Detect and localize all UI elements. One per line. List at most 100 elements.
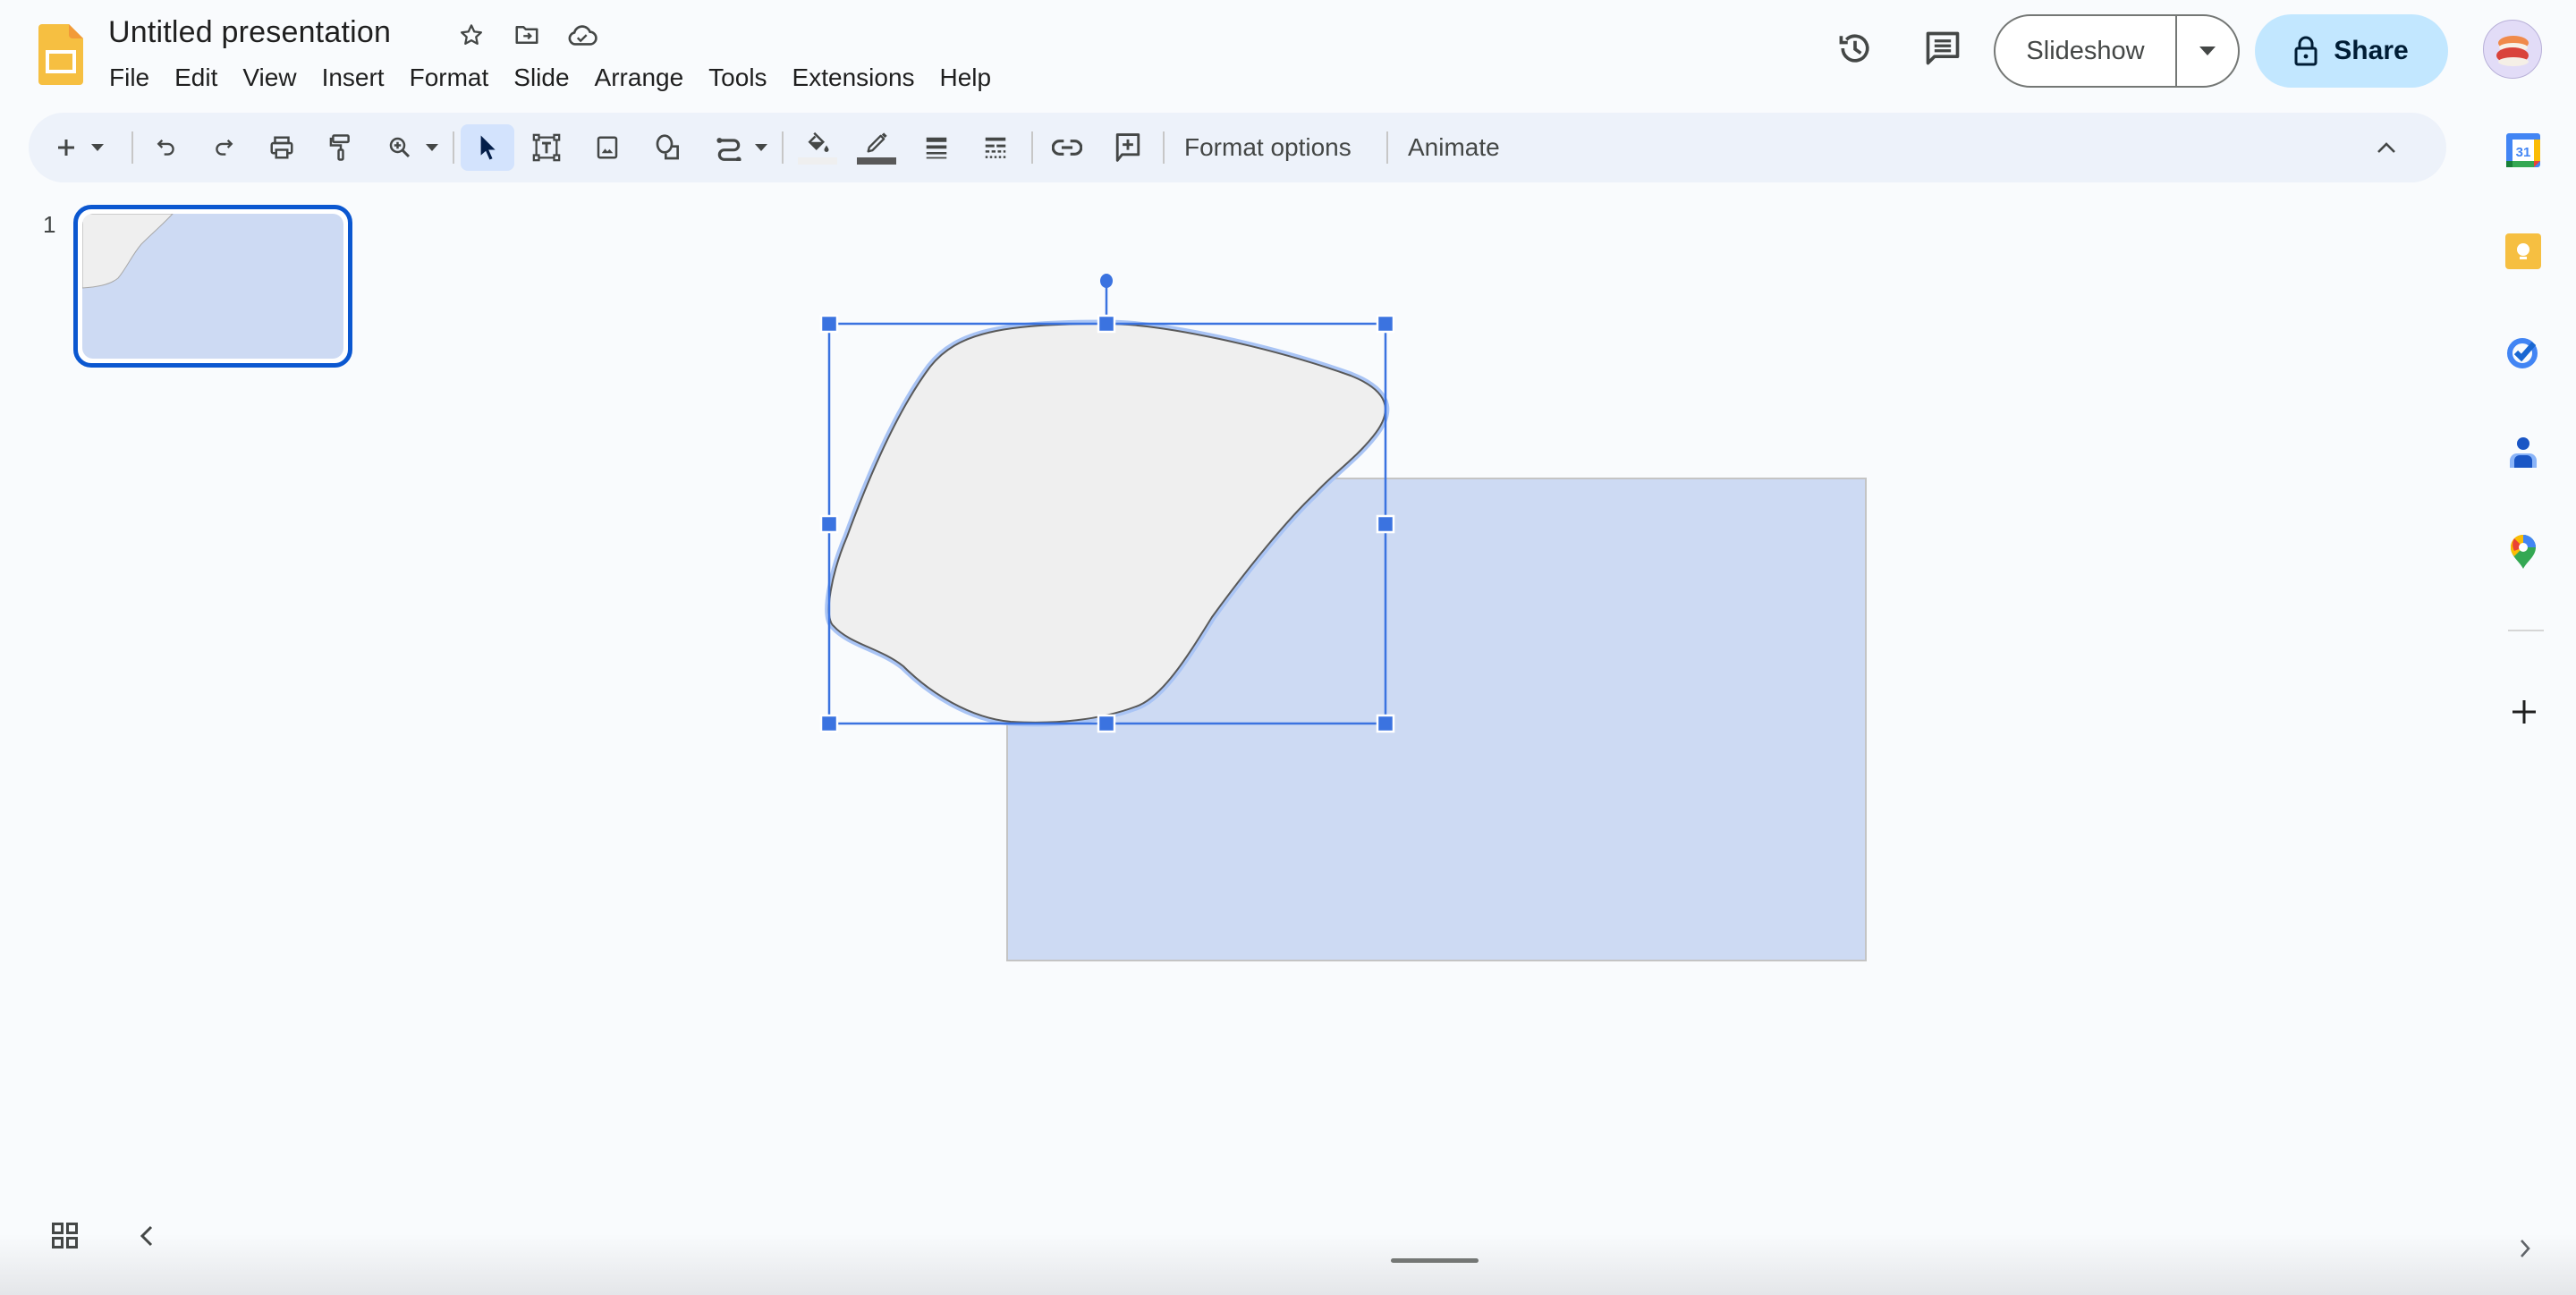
chevron-up-icon xyxy=(2376,140,2397,155)
bottom-bar xyxy=(0,1234,2576,1295)
resize-handle-right[interactable] xyxy=(1376,514,1395,534)
tasks-app-button[interactable] xyxy=(2503,331,2544,372)
animate-button[interactable]: Animate xyxy=(1395,124,1513,171)
collapse-filmstrip-button[interactable] xyxy=(140,1220,161,1252)
menu-format[interactable]: Format xyxy=(397,59,502,97)
menu-file[interactable]: File xyxy=(97,59,162,97)
caret-down-icon xyxy=(2199,47,2216,55)
slides-logo[interactable] xyxy=(38,24,83,85)
resize-handle-top-right[interactable] xyxy=(1376,314,1395,334)
toolbar: Format options Animate xyxy=(29,113,2446,182)
calendar-app-button[interactable]: 31 xyxy=(2503,130,2544,171)
line-icon xyxy=(715,134,743,161)
maps-icon xyxy=(2511,535,2536,569)
resize-handle-top[interactable] xyxy=(1097,314,1116,334)
grid-view-button[interactable] xyxy=(48,1220,80,1252)
account-avatar[interactable] xyxy=(2483,20,2542,79)
comments-button[interactable] xyxy=(1918,23,1968,73)
chevron-right-icon xyxy=(2519,1238,2533,1259)
shape-button[interactable] xyxy=(646,124,691,171)
menu-view[interactable]: View xyxy=(230,59,309,97)
redo-icon xyxy=(211,135,236,160)
add-comment-icon xyxy=(1114,132,1142,163)
svg-text:31: 31 xyxy=(2516,145,2531,160)
speaker-notes-resize-handle[interactable] xyxy=(1391,1258,1479,1263)
show-side-panel-button[interactable] xyxy=(2519,1238,2533,1263)
new-slide-button[interactable] xyxy=(48,124,84,171)
zoom-button[interactable] xyxy=(377,124,422,171)
toolbar-separator xyxy=(453,131,454,164)
version-history-button[interactable] xyxy=(1830,23,1880,73)
menu-help[interactable]: Help xyxy=(928,59,1004,97)
plus-icon xyxy=(2512,699,2537,724)
star-button[interactable] xyxy=(454,18,488,52)
redo-button[interactable] xyxy=(202,124,245,171)
document-status-button[interactable] xyxy=(565,18,599,52)
maps-app-button[interactable] xyxy=(2503,531,2544,572)
move-to-folder-icon xyxy=(513,21,540,48)
version-history-icon xyxy=(1835,29,1875,68)
document-title[interactable]: Untitled presentation xyxy=(108,13,391,52)
select-tool-button[interactable] xyxy=(461,124,514,171)
toolbar-separator xyxy=(1386,131,1388,164)
share-button[interactable]: Share xyxy=(2255,14,2448,88)
slideshow-options-dropdown[interactable] xyxy=(2177,16,2238,86)
get-addons-button[interactable] xyxy=(2504,692,2544,732)
resize-handle-bottom-left[interactable] xyxy=(819,714,839,733)
undo-button[interactable] xyxy=(145,124,188,171)
menu-extensions[interactable]: Extensions xyxy=(780,59,928,97)
resize-handle-bottom-right[interactable] xyxy=(1376,714,1395,733)
collapse-toolbar-button[interactable] xyxy=(2365,124,2408,171)
rotate-handle[interactable] xyxy=(1100,274,1113,288)
toolbar-separator xyxy=(782,131,784,164)
text-box-button[interactable] xyxy=(524,124,569,171)
menu-edit[interactable]: Edit xyxy=(162,59,230,97)
slideshow-button-group: Slideshow xyxy=(1994,14,2240,88)
keep-app-button[interactable] xyxy=(2503,231,2544,272)
text-box-icon xyxy=(531,132,562,163)
star-icon xyxy=(458,21,485,48)
border-dash-button[interactable] xyxy=(973,124,1018,171)
resize-handle-bottom[interactable] xyxy=(1097,714,1116,733)
tasks-icon xyxy=(2505,334,2541,369)
line-dropdown[interactable] xyxy=(751,124,771,171)
menu-arrange[interactable]: Arrange xyxy=(582,59,697,97)
side-panel-divider xyxy=(2508,630,2544,631)
resize-handle-left[interactable] xyxy=(819,514,839,534)
menu-insert[interactable]: Insert xyxy=(309,59,397,97)
resize-handle-top-left[interactable] xyxy=(819,314,839,334)
zoom-dropdown[interactable] xyxy=(422,124,442,171)
keep-icon xyxy=(2505,233,2541,269)
grid-view-icon xyxy=(48,1223,80,1249)
border-weight-button[interactable] xyxy=(914,124,959,171)
paint-format-button[interactable] xyxy=(318,124,363,171)
fill-color-button[interactable] xyxy=(794,124,841,171)
line-weight-icon xyxy=(923,135,950,160)
paint-bucket-icon xyxy=(804,131,831,155)
caret-down-icon xyxy=(91,144,104,151)
print-icon xyxy=(268,134,295,161)
fill-color-indicator xyxy=(798,157,837,165)
add-comment-button[interactable] xyxy=(1106,124,1150,171)
freeform-shape[interactable] xyxy=(825,319,1390,727)
menu-slide[interactable]: Slide xyxy=(501,59,581,97)
slide-thumbnail[interactable] xyxy=(73,205,352,368)
slide-thumbnail-preview xyxy=(82,214,343,359)
undo-icon xyxy=(154,135,179,160)
insert-image-button[interactable] xyxy=(585,124,630,171)
comments-icon xyxy=(1923,29,1962,68)
line-button[interactable] xyxy=(707,124,751,171)
border-color-button[interactable] xyxy=(853,124,900,171)
menu-tools[interactable]: Tools xyxy=(696,59,779,97)
border-color-indicator xyxy=(857,157,896,165)
new-slide-layout-dropdown[interactable] xyxy=(88,124,107,171)
contacts-app-button[interactable] xyxy=(2503,431,2544,472)
toolbar-separator xyxy=(1031,131,1033,164)
format-options-button[interactable]: Format options xyxy=(1172,124,1364,171)
move-button[interactable] xyxy=(510,18,544,52)
pencil-icon xyxy=(864,131,889,155)
line-dash-icon xyxy=(982,135,1009,160)
slideshow-button[interactable]: Slideshow xyxy=(1996,16,2177,86)
print-button[interactable] xyxy=(259,124,304,171)
insert-link-button[interactable] xyxy=(1045,124,1089,171)
